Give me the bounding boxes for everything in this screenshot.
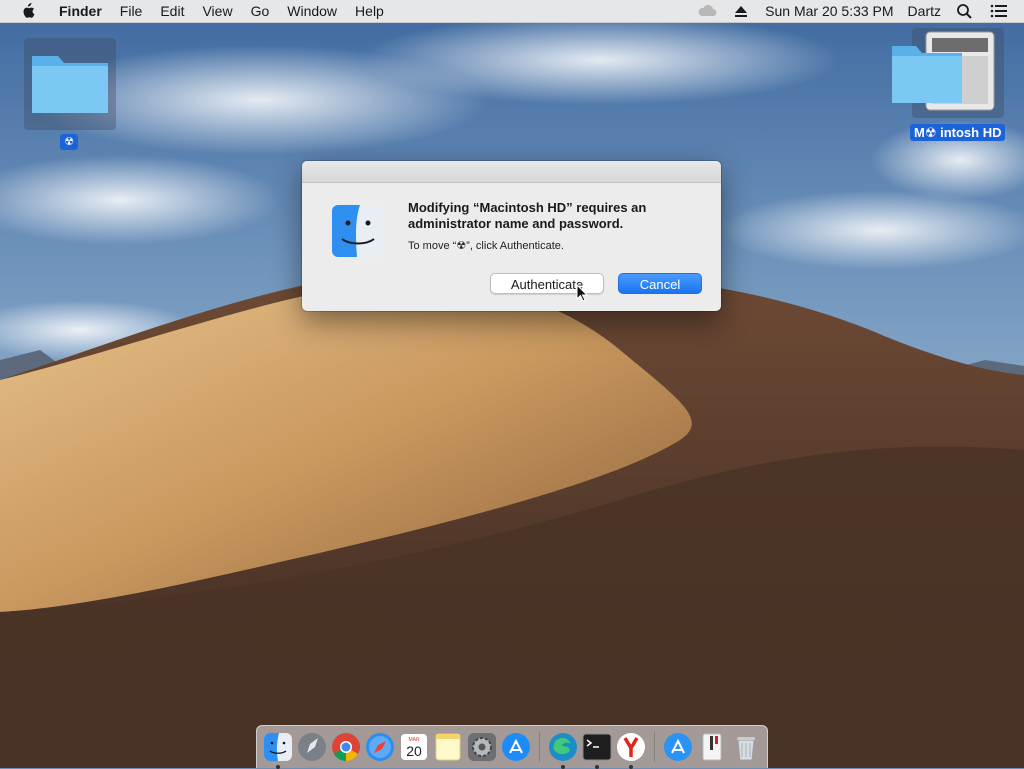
menu-file[interactable]: File xyxy=(111,0,152,22)
app-store-icon xyxy=(502,733,530,761)
dock: MAR 20 xyxy=(256,725,768,769)
icloud-icon[interactable] xyxy=(696,3,718,19)
running-indicator xyxy=(276,765,280,769)
dock-system-preferences[interactable] xyxy=(467,732,497,762)
mouse-pointer-icon xyxy=(576,284,588,302)
apple-menu-icon[interactable] xyxy=(16,3,40,19)
yandex-icon xyxy=(617,733,645,761)
spotlight-search-icon[interactable] xyxy=(954,3,976,19)
running-indicator xyxy=(629,765,633,769)
app-store-downloads-icon xyxy=(664,733,692,761)
desktop-folder[interactable] xyxy=(24,38,116,130)
menu-window[interactable]: Window xyxy=(278,0,346,22)
notes-icon xyxy=(435,733,461,761)
dock-finder[interactable] xyxy=(263,732,293,769)
dock-app-store-downloads[interactable] xyxy=(663,732,693,762)
dialog-message-title: Modifying “Macintosh HD” requires an adm… xyxy=(408,200,647,231)
running-indicator xyxy=(561,765,565,769)
running-indicator xyxy=(595,765,599,769)
dialog-message-subtitle: To move “☢”, click Authenticate. xyxy=(408,240,564,252)
calendar-day: 20 xyxy=(406,743,422,759)
dock-notes[interactable] xyxy=(433,732,463,762)
dock-safari[interactable] xyxy=(365,732,395,762)
menu-bar: Finder File Edit View Go Window Help Sun… xyxy=(0,0,1024,23)
drive-label[interactable]: M☢ intosh HD xyxy=(910,124,1006,141)
system-preferences-icon xyxy=(468,733,496,761)
menu-edit[interactable]: Edit xyxy=(151,0,193,22)
menubar-user[interactable]: Dartz xyxy=(901,0,948,22)
trash-icon xyxy=(737,737,755,761)
dock-launchpad[interactable] xyxy=(297,732,327,762)
launchpad-icon xyxy=(298,733,326,761)
menu-help[interactable]: Help xyxy=(346,0,393,22)
chrome-icon xyxy=(332,733,360,761)
cancel-button[interactable]: Cancel xyxy=(618,273,702,294)
menubar-clock[interactable]: Sun Mar 20 5:33 PM xyxy=(758,0,900,22)
desktop-folder-label[interactable]: ☢ xyxy=(60,134,78,150)
dock-trash[interactable] xyxy=(731,732,761,762)
menu-go[interactable]: Go xyxy=(242,0,279,22)
safari-icon xyxy=(366,733,394,761)
calendar-icon: MAR 20 xyxy=(401,734,427,760)
dock-chrome[interactable] xyxy=(331,732,361,762)
folder-icon xyxy=(32,56,108,113)
dock-separator xyxy=(654,732,655,762)
dock-calendar[interactable]: MAR 20 xyxy=(399,732,429,762)
notification-center-icon[interactable] xyxy=(988,3,1010,19)
dock-edge[interactable] xyxy=(548,732,578,769)
dock-yandex[interactable] xyxy=(616,732,646,769)
finder-icon xyxy=(264,733,292,761)
finder-icon xyxy=(332,205,384,257)
eject-icon[interactable] xyxy=(730,3,752,19)
dialog-titlebar[interactable] xyxy=(302,161,721,183)
dock-tweak-tool[interactable] xyxy=(697,732,727,762)
edge-icon xyxy=(549,733,577,761)
authentication-dialog: Modifying “Macintosh HD” requires an adm… xyxy=(302,161,721,311)
menu-app-name[interactable]: Finder xyxy=(50,0,111,22)
terminal-icon xyxy=(582,733,612,761)
desktop-wallpaper xyxy=(0,0,1024,768)
dock-terminal[interactable] xyxy=(582,732,612,769)
tweak-tool-icon xyxy=(702,733,722,761)
dock-app-store[interactable] xyxy=(501,732,531,762)
menu-view[interactable]: View xyxy=(193,0,241,22)
hard-drive-icon[interactable] xyxy=(892,26,1004,122)
dock-separator xyxy=(539,732,540,762)
